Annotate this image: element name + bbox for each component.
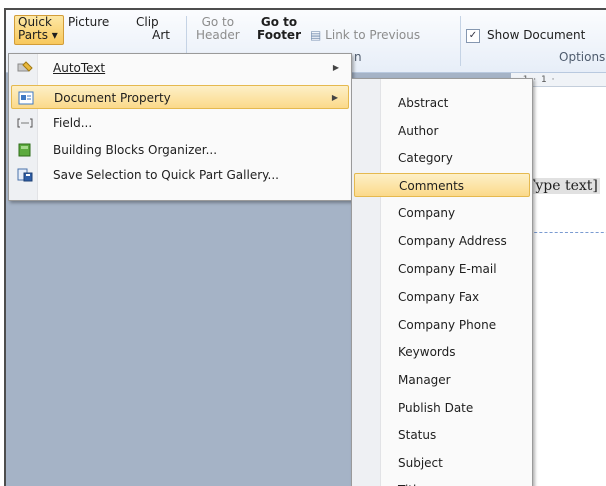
submenu-item-manager[interactable]: Manager <box>354 368 530 392</box>
go-to-header-line2: Header <box>196 28 240 42</box>
header-placeholder-text[interactable]: Type text] <box>524 178 600 194</box>
submenu-item-company-email[interactable]: Company E-mail <box>354 257 530 281</box>
submenu-item-company[interactable]: Company <box>354 201 530 225</box>
quick-parts-button[interactable]: Quick Parts ▾ <box>14 15 64 45</box>
submenu-item-company-phone[interactable]: Company Phone <box>354 313 530 337</box>
menu-item-field[interactable]: Field... <box>11 111 349 135</box>
submenu-item-title[interactable]: Title <box>354 478 530 486</box>
submenu-item-keywords[interactable]: Keywords <box>354 340 530 364</box>
menu-item-label: Field... <box>53 116 93 130</box>
menu-item-document-property[interactable]: Document Property ▶ <box>11 85 349 109</box>
submenu-item-company-fax[interactable]: Company Fax <box>354 285 530 309</box>
word-window: Quick Parts ▾ Picture Clip Art Go to Hea… <box>4 8 606 486</box>
clip-art-label-line2: Art <box>152 28 170 42</box>
navigation-group-label: n <box>354 50 362 64</box>
go-to-footer-button[interactable]: Go to Footer <box>257 16 301 42</box>
menu-item-label: AutoText <box>53 61 106 75</box>
autotext-icon <box>17 61 33 72</box>
submenu-item-status[interactable]: Status <box>354 423 530 447</box>
show-document-checkbox[interactable]: ✓ <box>466 29 480 43</box>
menu-item-save-selection[interactable]: Save Selection to Quick Part Gallery... <box>11 163 349 187</box>
link-to-previous-button[interactable]: ▤ Link to Previous <box>310 29 420 42</box>
quick-parts-menu: AutoText ▶ Document Property ▶ Field... <box>8 53 352 201</box>
building-blocks-icon <box>18 143 31 157</box>
save-selection-icon <box>17 168 33 182</box>
menu-item-label: Save Selection to Quick Part Gallery... <box>53 168 279 182</box>
menu-item-autotext[interactable]: AutoText ▶ <box>11 56 349 80</box>
picture-button[interactable]: Picture <box>68 16 109 29</box>
document-property-icon <box>18 91 34 105</box>
submenu-item-author[interactable]: Author <box>354 119 530 143</box>
link-icon: ▤ <box>310 28 322 42</box>
picture-label: Picture <box>68 15 110 29</box>
document-property-submenu: Abstract Author Category Comments Compan… <box>351 78 533 486</box>
field-icon <box>17 118 33 128</box>
menu-item-label: Building Blocks Organizer... <box>53 143 218 157</box>
menu-item-label: Document Property <box>54 91 171 105</box>
show-document-label: Show Document <box>487 28 586 42</box>
submenu-item-comments[interactable]: Comments <box>354 173 530 197</box>
submenu-arrow-icon: ▶ <box>332 63 339 72</box>
submenu-item-abstract[interactable]: Abstract <box>354 91 530 115</box>
menu-item-building-blocks-organizer[interactable]: Building Blocks Organizer... <box>11 138 349 162</box>
options-group-label: Options <box>559 50 606 64</box>
go-to-footer-line2: Footer <box>257 28 301 42</box>
clip-art-button[interactable]: Clip Art <box>136 16 170 42</box>
quick-parts-label-line2: Parts ▾ <box>18 28 58 42</box>
submenu-item-publish-date[interactable]: Publish Date <box>354 396 530 420</box>
submenu-item-category[interactable]: Category <box>354 146 530 170</box>
submenu-arrow-icon: ▶ <box>331 93 338 102</box>
go-to-header-button[interactable]: Go to Header <box>196 16 240 42</box>
header-boundary-line <box>524 232 606 233</box>
ribbon-separator <box>460 16 461 66</box>
submenu-item-company-address[interactable]: Company Address <box>354 229 530 253</box>
link-to-previous-label: Link to Previous <box>325 28 421 42</box>
submenu-item-subject[interactable]: Subject <box>354 451 530 475</box>
